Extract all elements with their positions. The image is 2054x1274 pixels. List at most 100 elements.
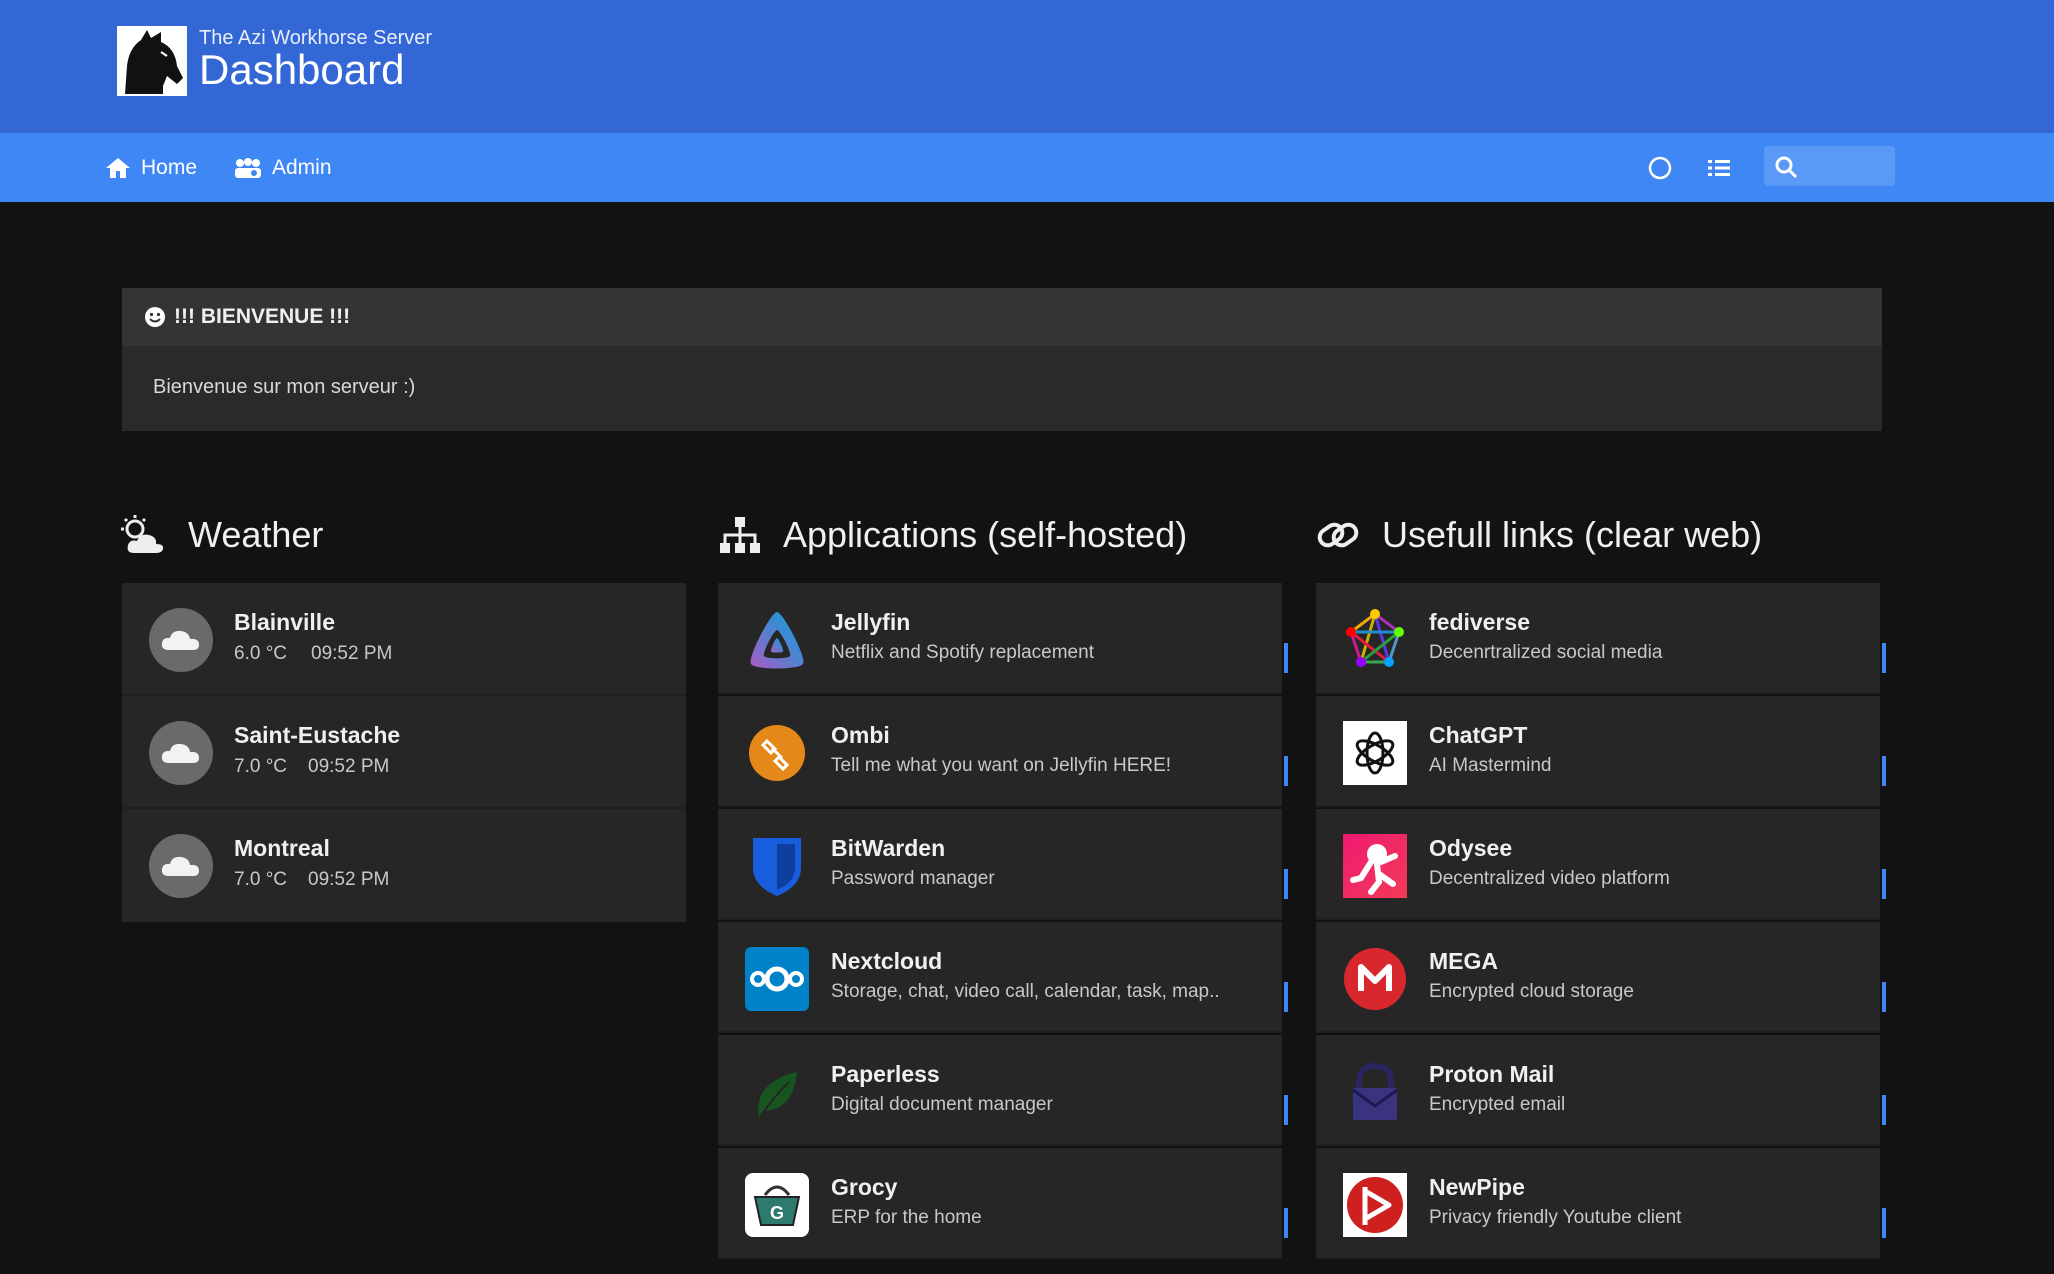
app-description: Digital document manager (831, 1094, 1053, 1115)
odysee-icon (1343, 834, 1407, 898)
app-description: Tell me what you want on Jellyfin HERE! (831, 755, 1172, 776)
status-indicator (1284, 756, 1288, 786)
bitwarden-icon (753, 838, 801, 896)
link-name: MEGA (1429, 948, 1498, 974)
fediverse-icon (1346, 609, 1404, 667)
status-indicator (1882, 1095, 1886, 1125)
status-indicator (1284, 982, 1288, 1012)
theme-toggle-button[interactable] (1643, 151, 1677, 185)
link-card-newpipe[interactable]: NewPipe Privacy friendly Youtube client (1316, 1148, 1886, 1259)
weather-title-label: Weather (188, 514, 324, 555)
app-card-paperless[interactable]: Paperless Digital document manager (718, 1035, 1288, 1146)
list-icon (1708, 160, 1730, 176)
search-box[interactable] (1764, 146, 1895, 186)
message-title: !!! BIENVENUE !!! (174, 305, 351, 328)
status-indicator (1284, 643, 1288, 673)
weather-time: 09:52 PM (308, 869, 390, 890)
nav-admin-link[interactable]: Admin (234, 133, 332, 202)
app-card-jellyfin[interactable]: Jellyfin Netflix and Spotify replacement (718, 583, 1288, 694)
status-indicator (1882, 1208, 1886, 1238)
link-description: Encrypted cloud storage (1429, 981, 1634, 1002)
cloud-icon (149, 721, 213, 785)
apps-title-label: Applications (self-hosted) (783, 514, 1188, 555)
sitemap-icon (720, 517, 760, 553)
message-body: Bienvenue sur mon serveur :) (153, 376, 416, 398)
newpipe-icon (1343, 1173, 1407, 1237)
weather-time: 09:52 PM (308, 756, 390, 777)
app-description: Netflix and Spotify replacement (831, 642, 1094, 663)
link-name: NewPipe (1429, 1174, 1525, 1200)
app-description: Password manager (831, 868, 995, 889)
layout-toggle-button[interactable] (1702, 151, 1736, 185)
link-icon (1317, 522, 1359, 548)
app-description: ERP for the home (831, 1207, 982, 1228)
link-name: Proton Mail (1429, 1061, 1555, 1087)
link-card-fediverse[interactable]: fediverse Decenrtralized social media (1316, 583, 1886, 694)
admin-users-icon (235, 157, 261, 178)
app-name: BitWarden (831, 835, 946, 861)
home-icon (106, 157, 130, 178)
search-input[interactable] (1804, 152, 1892, 182)
cloud-icon (149, 608, 213, 672)
app-name: Grocy (831, 1174, 898, 1200)
app-name: Jellyfin (831, 609, 911, 635)
status-indicator (1284, 869, 1288, 899)
apps-section-title: Applications (self-hosted) (719, 505, 1187, 565)
navbar: Home Admin (0, 133, 2054, 202)
grocy-icon: G (745, 1173, 809, 1237)
nav-admin-label: Admin (272, 155, 332, 179)
links-title-label: Usefull links (clear web) (1382, 514, 1763, 555)
link-name: fediverse (1429, 609, 1531, 635)
app-card-grocy[interactable]: G Grocy ERP for the home (718, 1148, 1288, 1259)
status-indicator (1284, 1208, 1288, 1238)
nav-home-link[interactable]: Home (105, 133, 197, 202)
cloud-icon (149, 834, 213, 898)
link-description: Decenrtralized social media (1429, 642, 1663, 663)
status-indicator (1284, 1095, 1288, 1125)
weather-city: Montreal (234, 835, 330, 861)
link-name: ChatGPT (1429, 722, 1528, 748)
circle-icon (1648, 156, 1672, 180)
weather-city: Blainville (234, 609, 335, 635)
weather-time: 09:52 PM (311, 643, 393, 664)
app-card-bitwarden[interactable]: BitWarden Password manager (718, 809, 1288, 920)
status-indicator (1882, 756, 1886, 786)
weather-temp: 6.0 °C (234, 643, 288, 664)
weather-item: Saint-Eustache 7.0 °C 09:52 PM (122, 696, 686, 809)
jellyfin-icon (750, 612, 804, 669)
app-name: Nextcloud (831, 948, 943, 974)
link-description: Decentralized video platform (1429, 868, 1670, 889)
proton-mail-icon (1352, 1062, 1398, 1120)
link-description: Privacy friendly Youtube client (1429, 1207, 1682, 1228)
message-header: !!! BIENVENUE !!! (122, 288, 1882, 346)
svg-text:G: G (770, 1203, 784, 1223)
link-description: Encrypted email (1429, 1094, 1566, 1115)
link-card-proton-mail[interactable]: Proton Mail Encrypted email (1316, 1035, 1886, 1146)
link-card-odysee[interactable]: Odysee Decentralized video platform (1316, 809, 1886, 920)
weather-city: Saint-Eustache (234, 722, 401, 748)
app-card-nextcloud[interactable]: Nextcloud Storage, chat, video call, cal… (718, 922, 1288, 1033)
app-description: Storage, chat, video call, calendar, tas… (831, 981, 1220, 1002)
app-name: Paperless (831, 1061, 940, 1087)
links-section-title: Usefull links (clear web) (1316, 505, 1762, 565)
app-card-ombi[interactable]: Ombi Tell me what you want on Jellyfin H… (718, 696, 1288, 807)
nextcloud-icon (745, 947, 809, 1011)
status-indicator (1882, 982, 1886, 1012)
chatgpt-icon (1343, 721, 1407, 785)
weather-section-title: Weather (120, 505, 323, 565)
page-title: Dashboard (199, 46, 405, 93)
link-card-mega[interactable]: MEGA Encrypted cloud storage (1316, 922, 1886, 1033)
paperless-icon (758, 1072, 797, 1118)
weather-item: Montreal 7.0 °C 09:52 PM (122, 809, 686, 922)
link-card-chatgpt[interactable]: ChatGPT AI Mastermind (1316, 696, 1886, 807)
weather-item: Blainville 6.0 °C 09:52 PM (122, 583, 686, 696)
weather-temp: 7.0 °C (234, 756, 288, 777)
status-indicator (1882, 869, 1886, 899)
link-description: AI Mastermind (1429, 755, 1552, 776)
ombi-icon (749, 725, 805, 781)
nav-home-label: Home (141, 155, 198, 179)
smile-icon (145, 307, 165, 327)
mega-icon (1344, 948, 1406, 1010)
weather-temp: 7.0 °C (234, 869, 288, 890)
horse-logo-icon (117, 26, 187, 96)
